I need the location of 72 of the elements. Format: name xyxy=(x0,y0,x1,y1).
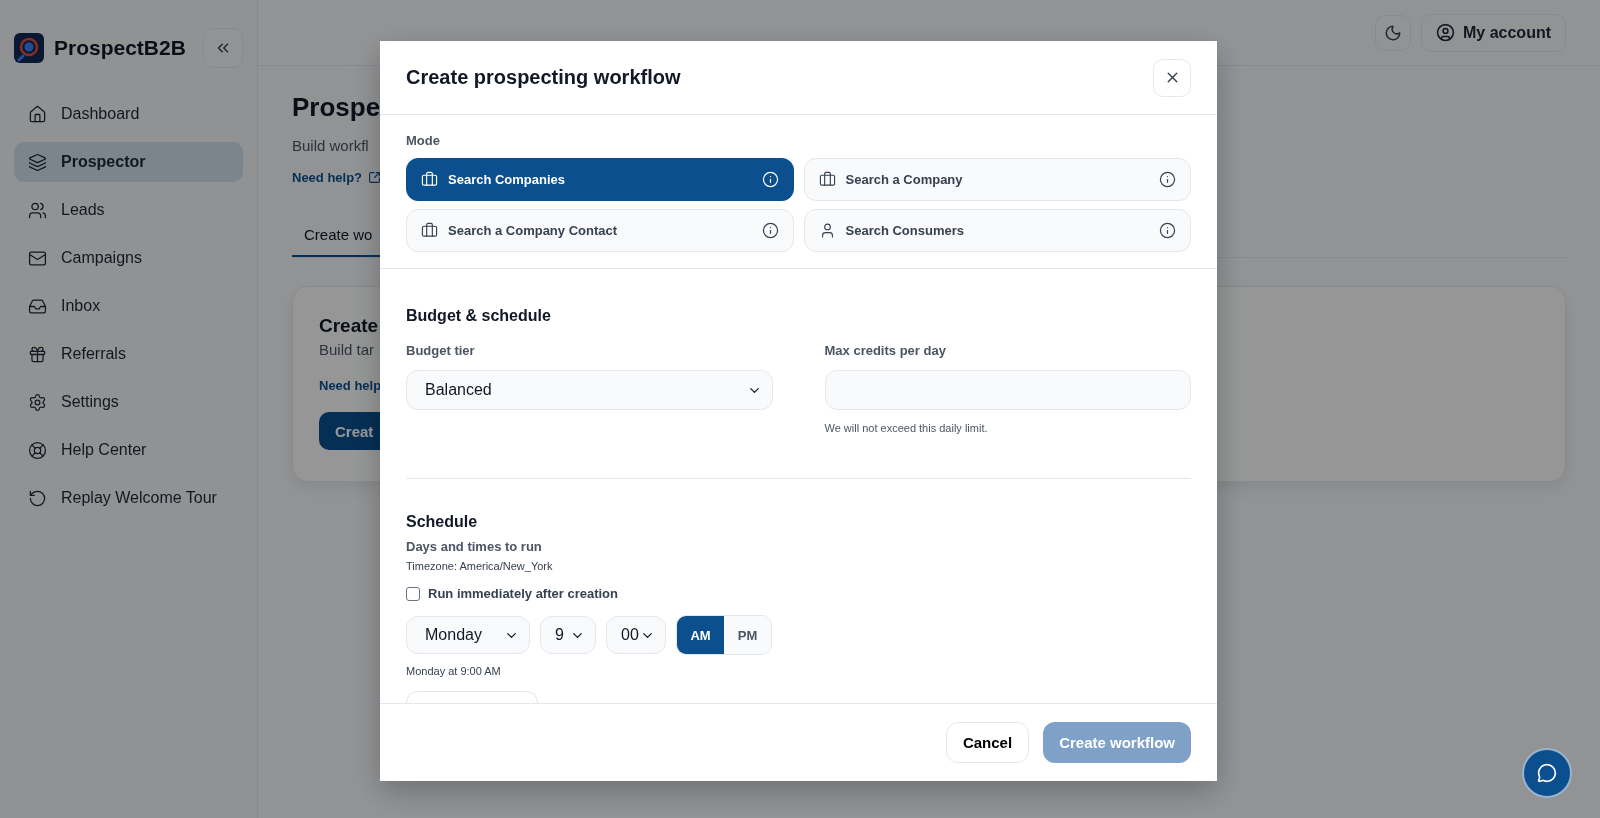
nav-label: Campaigns xyxy=(61,249,142,267)
period-toggle[interactable]: AM xyxy=(677,616,724,654)
page-title: Prospe xyxy=(292,92,381,123)
nav-icon xyxy=(28,440,47,460)
budget-tier-select[interactable]: Balanced xyxy=(406,370,773,410)
cancel-button[interactable]: Cancel xyxy=(945,722,1030,763)
moon-icon xyxy=(1384,23,1402,42)
card-title: Create xyxy=(319,315,379,337)
minute-select[interactable]: 00 xyxy=(606,616,666,654)
nav-item[interactable]: Campaigns xyxy=(14,238,243,278)
mode-option[interactable]: Search a Company Contact xyxy=(406,209,794,252)
chat-icon xyxy=(1537,763,1557,783)
field-label: Max credits per day xyxy=(824,343,947,358)
schedule-summary: Monday at 9:00 AM xyxy=(406,665,502,677)
max-credits-input[interactable] xyxy=(824,370,1191,410)
nav-label: Referrals xyxy=(61,345,126,363)
nav-item[interactable]: Inbox xyxy=(14,286,243,326)
nav-item[interactable]: Help Center xyxy=(14,430,243,470)
nav-item[interactable]: Referrals xyxy=(14,334,243,374)
nav-icon xyxy=(28,344,47,364)
brand-name: ProspectB2B xyxy=(54,36,187,60)
period-toggle[interactable]: PM xyxy=(724,616,771,654)
nav-label: Inbox xyxy=(61,297,101,315)
nav-item[interactable]: Settings xyxy=(14,382,243,422)
info-icon xyxy=(761,171,779,188)
mode-option[interactable]: Search Companies xyxy=(406,158,794,201)
mode-option[interactable]: Search Consumers xyxy=(803,209,1191,252)
nav-icon xyxy=(28,200,47,220)
info-icon xyxy=(761,222,779,239)
mode-option[interactable]: Search a Company xyxy=(803,158,1191,201)
nav-label: Help Center xyxy=(61,441,147,459)
close-button[interactable] xyxy=(1153,58,1191,97)
nav-icon xyxy=(28,392,47,412)
user-circle-icon xyxy=(1436,23,1455,42)
external-link-icon xyxy=(368,171,382,184)
modal-title: Create prospecting workflow xyxy=(406,66,681,89)
account-button[interactable]: My account xyxy=(1421,13,1566,52)
day-select[interactable]: Monday xyxy=(406,616,530,654)
section-heading: Budget & schedule xyxy=(406,307,552,325)
nav-icon xyxy=(28,152,47,172)
info-icon xyxy=(1159,222,1176,239)
card-text: Build tar xyxy=(319,341,375,358)
briefcase-icon xyxy=(818,171,836,188)
nav-label: Replay Welcome Tour xyxy=(61,489,217,507)
nav-item[interactable]: Dashboard xyxy=(14,94,243,134)
nav-item[interactable]: Replay Welcome Tour xyxy=(14,478,243,518)
help-link[interactable]: Need help? xyxy=(292,170,382,185)
timezone-text: Timezone: America/New_York xyxy=(406,560,554,572)
nav-label: Dashboard xyxy=(61,105,140,123)
nav-icon xyxy=(28,488,47,508)
page-subtitle: Build workfl xyxy=(292,137,369,154)
field-label: Days and times to run xyxy=(406,539,543,554)
nav-label: Settings xyxy=(61,393,119,411)
briefcase-icon xyxy=(421,171,438,188)
section-heading: Schedule xyxy=(406,513,479,531)
info-icon xyxy=(1159,171,1176,188)
logo-icon xyxy=(14,33,44,63)
mode-label: Mode xyxy=(406,133,441,148)
theme-toggle-button[interactable] xyxy=(1375,14,1411,51)
field-label: Budget tier xyxy=(406,343,476,358)
nav-label: Leads xyxy=(61,201,105,219)
nav-item[interactable]: Prospector xyxy=(14,142,243,182)
hour-select[interactable]: 9 xyxy=(540,616,596,654)
field-hint: We will not exceed this daily limit. xyxy=(824,422,989,434)
briefcase-icon xyxy=(421,222,438,239)
nav-label: Prospector xyxy=(61,153,146,171)
chat-button[interactable] xyxy=(1522,748,1572,798)
checkbox[interactable] xyxy=(406,586,420,601)
run-immediately-checkbox[interactable]: Run immediately after creation xyxy=(406,586,1191,601)
nav-item[interactable]: Leads xyxy=(14,190,243,230)
nav-icon xyxy=(28,104,47,124)
help-link[interactable]: Need help xyxy=(319,378,382,393)
